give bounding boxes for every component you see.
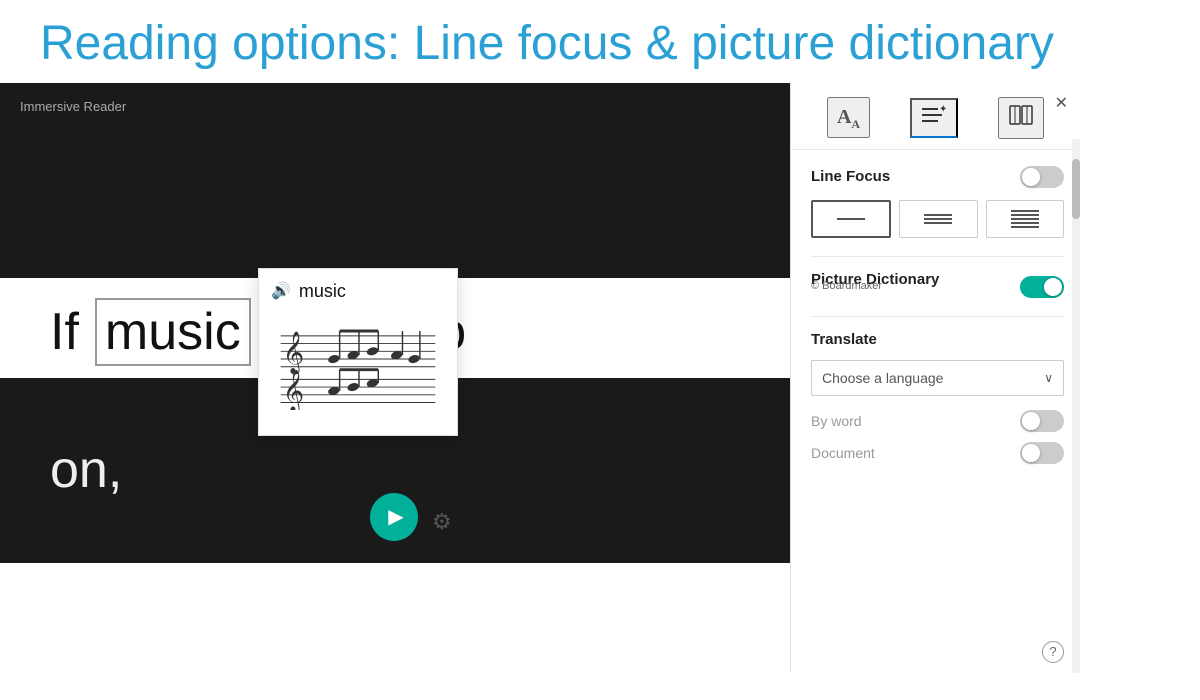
bottom-text: on, xyxy=(50,440,122,500)
three-line-indicator xyxy=(924,214,952,224)
panel-scrollbar-thumb xyxy=(1072,159,1080,219)
document-row: Document xyxy=(811,442,1064,464)
line-focus-toggle[interactable] xyxy=(1020,166,1064,188)
text-word-if: If xyxy=(50,302,79,362)
text-options-button[interactable]: AA xyxy=(827,97,870,138)
picture-dictionary-popup: 🔊 music 𝄞 xyxy=(258,268,458,436)
svg-text:✦: ✦ xyxy=(939,104,947,115)
separator-2 xyxy=(811,316,1064,317)
reader-text-area: If music ood of lo 🔊 music xyxy=(0,278,790,378)
five-line-indicator xyxy=(1011,210,1039,228)
line-bar-2b xyxy=(924,218,952,220)
svg-text:𝄞: 𝄞 xyxy=(283,330,305,375)
close-button[interactable]: ✕ xyxy=(1055,93,1068,113)
document-label: Document xyxy=(811,445,875,461)
translate-label: Translate xyxy=(811,331,1064,348)
line-bar-3e xyxy=(1011,226,1039,228)
play-icon: ▶ xyxy=(388,504,403,529)
five-line-button[interactable] xyxy=(986,200,1064,238)
book-icon xyxy=(1008,107,1034,132)
picture-dictionary-toggle[interactable] xyxy=(1020,276,1064,298)
one-line-button[interactable] xyxy=(811,200,891,238)
by-word-toggle-knob xyxy=(1022,412,1040,430)
svg-text:𝄞: 𝄞 xyxy=(283,368,305,409)
panel-scrollbar[interactable] xyxy=(1072,139,1080,673)
dropdown-chevron-icon: ∨ xyxy=(1044,371,1053,385)
document-toggle[interactable] xyxy=(1020,442,1064,464)
help-icon: ? xyxy=(1049,644,1056,659)
document-toggle-knob xyxy=(1022,444,1040,462)
play-button[interactable]: ▶ xyxy=(370,493,418,541)
help-button[interactable]: ? xyxy=(1042,641,1064,663)
line-count-buttons xyxy=(811,200,1064,238)
picture-dictionary-toggle-knob xyxy=(1044,278,1062,296)
panel-content: Line Focus xyxy=(791,150,1080,673)
page-title: Reading options: Line focus & picture di… xyxy=(0,0,1200,83)
one-line-indicator xyxy=(837,218,865,220)
line-bar-3d xyxy=(1011,222,1039,224)
settings-panel: AA ✦ xyxy=(790,83,1080,673)
text-line: If music ood of lo 🔊 music xyxy=(0,278,790,386)
text-word-music[interactable]: music xyxy=(95,298,251,366)
immersive-reader-label: Immersive Reader xyxy=(20,99,126,114)
reader-top-panel: Immersive Reader xyxy=(0,83,790,278)
line-focus-row: Line Focus xyxy=(811,166,1064,188)
three-line-button[interactable] xyxy=(899,200,977,238)
language-dropdown-text: Choose a language xyxy=(822,370,943,386)
music-notation-image: 𝄞 xyxy=(271,310,445,410)
picture-dictionary-row: Picture Dictionary © Boardmaker xyxy=(811,271,1064,304)
settings-gear-icon[interactable]: ⚙ xyxy=(432,509,452,535)
panel-toolbar: AA ✦ xyxy=(791,83,1080,150)
line-bar-1 xyxy=(837,218,865,220)
by-word-row: By word xyxy=(811,410,1064,432)
line-bar-2c xyxy=(924,222,952,224)
line-focus-toggle-knob xyxy=(1022,168,1040,186)
line-bar-3c xyxy=(1011,218,1039,220)
line-bar-2a xyxy=(924,214,952,216)
picture-dictionary-info: Picture Dictionary © Boardmaker xyxy=(811,271,939,304)
popup-word: music xyxy=(299,281,346,302)
reading-options-button[interactable]: ✦ xyxy=(910,98,958,138)
reader-area: Immersive Reader If music ood of lo 🔊 mu… xyxy=(0,83,790,673)
speaker-icon[interactable]: 🔊 xyxy=(271,281,291,301)
aa-icon: AA xyxy=(837,106,860,128)
main-area: Immersive Reader If music ood of lo 🔊 mu… xyxy=(0,83,1200,673)
popup-word-line: 🔊 music xyxy=(271,281,445,302)
line-bar-3b xyxy=(1011,214,1039,216)
by-word-label: By word xyxy=(811,413,862,429)
line-focus-label: Line Focus xyxy=(811,168,890,185)
grammar-options-button[interactable] xyxy=(998,97,1044,139)
by-word-toggle[interactable] xyxy=(1020,410,1064,432)
language-dropdown[interactable]: Choose a language ∨ xyxy=(811,360,1064,396)
line-bar-3a xyxy=(1011,210,1039,212)
separator-1 xyxy=(811,256,1064,257)
lines-star-icon: ✦ xyxy=(920,106,948,131)
